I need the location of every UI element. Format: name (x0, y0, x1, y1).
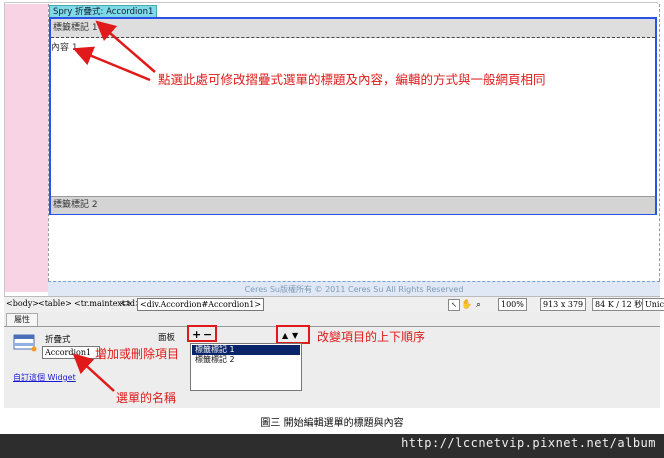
annotation-menu-name: 選單的名稱 (116, 391, 177, 405)
figure-caption: 圖三 開始編輯選單的標題與內容 (260, 418, 404, 429)
annotation-edit-hint: 點選此處可修改摺疊式選單的標題及內容，編輯的方式與一般網頁相同 (158, 72, 546, 87)
watermark-url: http://lccnetvip.pixnet.net/album (401, 436, 656, 450)
annotation-reorder: 改變項目的上下順序 (317, 330, 426, 344)
annotation-add-remove: 增加或刪除項目 (95, 347, 180, 361)
